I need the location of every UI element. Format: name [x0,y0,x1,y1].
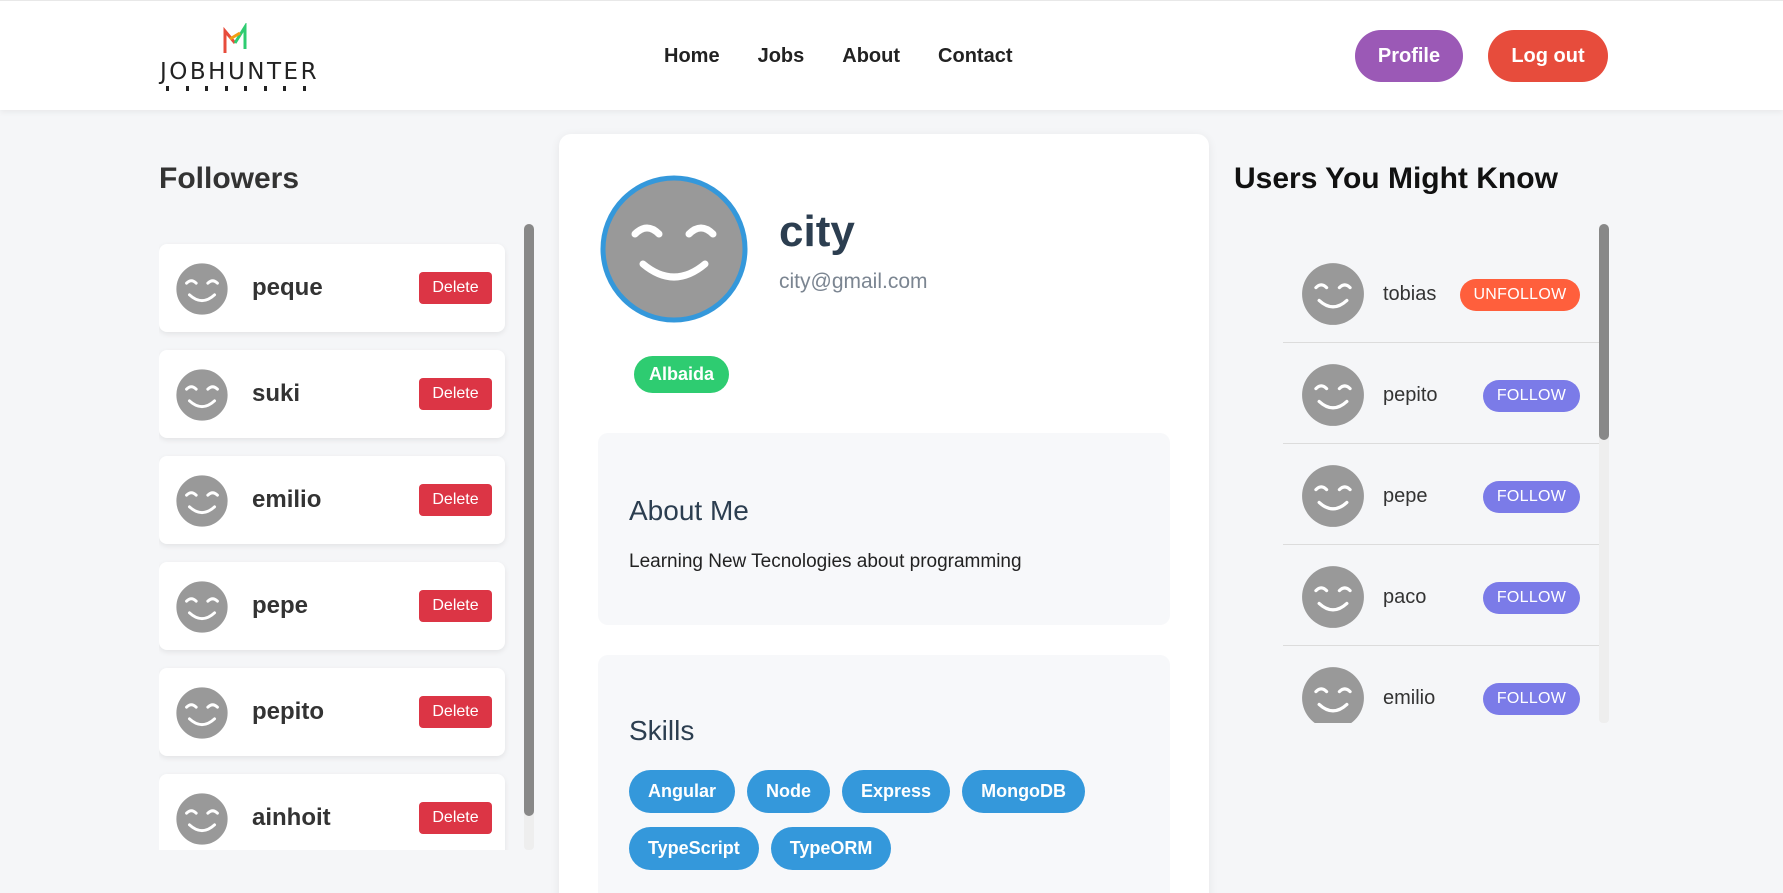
logout-button[interactable]: Log out [1488,30,1608,82]
profile-button[interactable]: Profile [1355,30,1463,82]
logo-dots [166,86,306,91]
follower-name: peque [252,274,323,301]
avatar-smiley-icon [173,790,231,848]
suggestion-name: pepe [1383,485,1428,507]
skill-badge: Angular [629,770,736,813]
skill-badge: Node [747,770,831,813]
suggestion-item: pepe FOLLOW [1283,444,1599,545]
skills-section: Skills Angular Node Express MongoDB Type… [598,655,1170,893]
follower-name: emilio [252,486,322,513]
skills-list: Angular Node Express MongoDB TypeScript … [629,770,1149,870]
suggestions-scrollbar-thumb[interactable] [1599,224,1609,440]
avatar-smiley-icon [1302,667,1364,723]
follow-button[interactable]: FOLLOW [1483,481,1580,513]
suggestions-title: Users You Might Know [1234,162,1558,195]
nav-contact[interactable]: Contact [938,45,1012,68]
avatar-smiley-icon [1302,364,1364,426]
followers-list: peque Delete suki Delete emilio Delete p… [159,226,537,850]
avatar-smiley-icon [173,366,231,424]
profile-avatar-icon [600,175,748,323]
avatar-smiley-icon [173,578,231,636]
follow-button[interactable]: FOLLOW [1483,582,1580,614]
avatar-smiley-icon [173,684,231,742]
skill-badge: TypeORM [770,827,892,870]
delete-follower-button[interactable]: Delete [419,378,492,410]
nav-jobs[interactable]: Jobs [758,45,805,68]
follow-button[interactable]: FOLLOW [1483,380,1580,412]
delete-follower-button[interactable]: Delete [419,272,492,304]
suggestion-item: paco FOLLOW [1283,545,1599,646]
suggestion-name: paco [1383,586,1427,608]
logo-text: JOBHUNTER [160,59,320,85]
suggestions-list: tobias UNFOLLOW pepito FOLLOW pepe FOLLO… [1283,242,1599,723]
top-header: JOBHUNTER Home Jobs About Contact Profil… [0,0,1783,110]
follower-name: suki [252,380,301,407]
delete-follower-button[interactable]: Delete [419,484,492,516]
suggestion-item: pepito FOLLOW [1283,343,1599,444]
profile-email: city@gmail.com [779,270,928,293]
nav-home[interactable]: Home [664,45,720,68]
avatar-smiley-icon [173,472,231,530]
follower-card: pepe Delete [159,562,505,650]
follower-card: suki Delete [159,350,505,438]
suggestion-name: emilio [1383,687,1436,709]
delete-follower-button[interactable]: Delete [419,590,492,622]
skills-title: Skills [629,715,695,746]
about-me-title: About Me [629,495,749,526]
jobhunter-logo[interactable]: JOBHUNTER [160,21,317,93]
follower-name: pepe [252,592,309,619]
skill-badge: TypeScript [629,827,759,870]
follower-card: emilio Delete [159,456,505,544]
follower-name: pepito [252,698,324,725]
suggestion-item: tobias UNFOLLOW [1283,242,1599,343]
unfollow-button[interactable]: UNFOLLOW [1460,279,1580,311]
nav-about[interactable]: About [842,45,900,68]
skill-badge: Express [842,770,951,813]
about-me-text: Learning New Tecnologies about programmi… [629,551,1022,572]
avatar-smiley-icon [173,260,231,318]
follower-name: ainhoit [252,804,331,831]
follower-card: peque Delete [159,244,505,332]
main-nav: Home Jobs About Contact [664,45,1012,68]
about-me-section: About Me Learning New Tecnologies about … [598,433,1170,625]
followers-title: Followers [159,162,300,195]
follower-card: pepito Delete [159,668,505,756]
delete-follower-button[interactable]: Delete [419,802,492,834]
followers-scrollbar-thumb[interactable] [524,224,534,816]
suggestion-name: tobias [1383,283,1437,305]
profile-name: city [779,207,855,256]
follower-card: ainhoit Delete [159,774,505,850]
skill-badge: MongoDB [962,770,1086,813]
avatar-smiley-icon [1302,465,1364,527]
follow-button[interactable]: FOLLOW [1483,683,1580,715]
location-badge: Albaida [634,356,730,393]
suggestion-name: pepito [1383,384,1438,406]
avatar-smiley-icon [1302,566,1364,628]
avatar-smiley-icon [1302,263,1364,325]
delete-follower-button[interactable]: Delete [419,696,492,728]
suggestion-item: emilio FOLLOW [1283,646,1599,723]
logo-mark-icon [223,23,247,53]
